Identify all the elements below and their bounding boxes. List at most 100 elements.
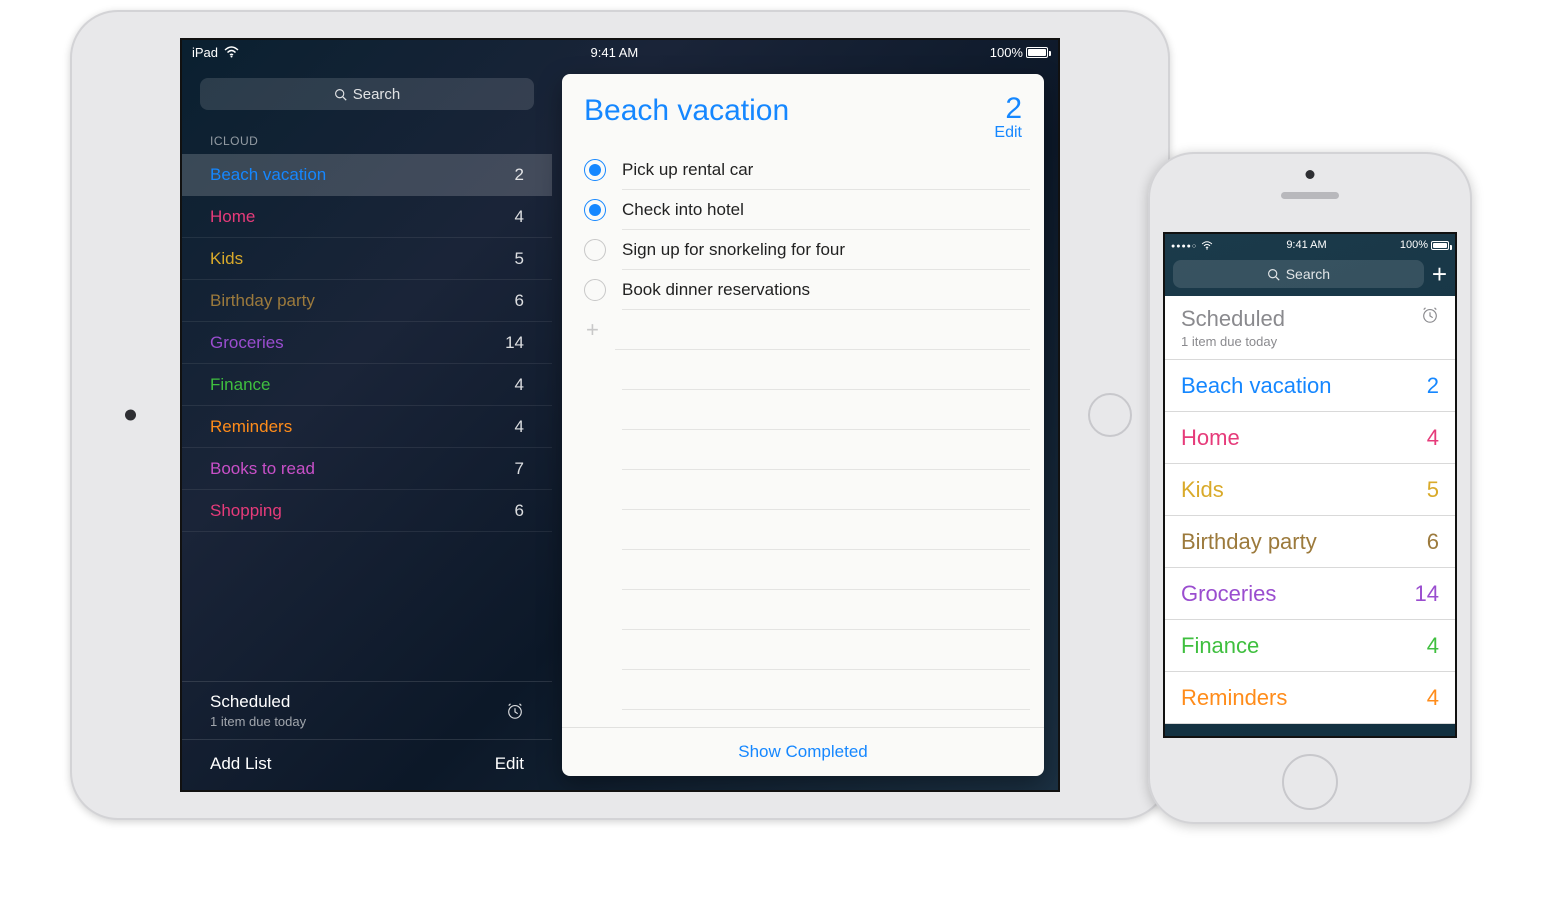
list-name: Birthday party	[210, 291, 315, 311]
section-label: ICLOUD	[182, 120, 552, 154]
detail-title: Beach vacation	[584, 94, 789, 142]
iphone-screen: 9:41 AM 100% Search + Scheduled 1 item d…	[1163, 232, 1457, 738]
add-list-button[interactable]: Add List	[210, 754, 271, 774]
reminder-text: Book dinner reservations	[622, 280, 810, 300]
list-name: Groceries	[210, 333, 284, 353]
status-time: 9:41 AM	[1286, 239, 1326, 251]
signal-icon	[1171, 239, 1197, 251]
list-count: 4	[515, 375, 524, 395]
ipad-device: iPad 9:41 AM 100% Search ICLOUD Beach va…	[70, 10, 1170, 820]
ruled-line	[622, 510, 1030, 550]
list-name: Reminders	[210, 417, 292, 437]
reminder-checkbox[interactable]	[584, 159, 606, 181]
list-count: 4	[1427, 633, 1439, 659]
list-name: Beach vacation	[210, 165, 326, 185]
ruled-line	[622, 350, 1030, 390]
search-placeholder: Search	[353, 86, 401, 103]
show-completed-button[interactable]: Show Completed	[562, 727, 1044, 776]
list-count: 5	[1427, 477, 1439, 503]
iphone-list-item[interactable]: Beach vacation 2	[1165, 360, 1455, 412]
ipad-home-button[interactable]	[1088, 393, 1132, 437]
add-reminder-button[interactable]: +	[570, 310, 1044, 350]
reminder-item[interactable]: Pick up rental car	[570, 150, 1044, 190]
sidebar-list-item[interactable]: Groceries 14	[182, 322, 552, 364]
iphone-speaker	[1281, 192, 1339, 199]
ruled-line	[622, 630, 1030, 670]
sidebar-list-item[interactable]: Books to read7	[182, 448, 552, 490]
ruled-line	[622, 670, 1030, 710]
ipad-screen: iPad 9:41 AM 100% Search ICLOUD Beach va…	[180, 38, 1060, 792]
iphone-list-item[interactable]: Finance 4	[1165, 620, 1455, 672]
list-count: 6	[515, 501, 524, 521]
list-count: 4	[1427, 685, 1439, 711]
iphone-list-item[interactable]: Birthday party6	[1165, 516, 1455, 568]
ruled-line	[622, 470, 1030, 510]
wifi-icon	[224, 46, 239, 58]
list-name: Finance	[1181, 633, 1259, 659]
sidebar-scheduled[interactable]: Scheduled 1 item due today	[182, 681, 552, 740]
sidebar-list-item[interactable]: Reminders 4	[182, 406, 552, 448]
search-icon	[1267, 268, 1280, 281]
list-count: 5	[515, 249, 524, 269]
iphone-list-item[interactable]: Groceries 14	[1165, 568, 1455, 620]
ruled-line	[622, 390, 1030, 430]
search-input[interactable]: Search	[200, 78, 534, 110]
reminder-item[interactable]: Check into hotel	[570, 190, 1044, 230]
ipad-sidebar: Search ICLOUD Beach vacation2Home4Kids5B…	[182, 64, 552, 790]
reminder-checkbox[interactable]	[584, 279, 606, 301]
list-count: 4	[1427, 425, 1439, 451]
wifi-icon	[1201, 241, 1213, 250]
status-time: 9:41 AM	[591, 45, 639, 60]
list-count: 2	[515, 165, 524, 185]
iphone-camera	[1306, 170, 1315, 179]
iphone-scheduled[interactable]: Scheduled 1 item due today	[1165, 296, 1455, 360]
sidebar-list-item[interactable]: Birthday party 6	[182, 280, 552, 322]
list-name: Home	[1181, 425, 1240, 451]
ruled-line	[622, 430, 1030, 470]
list-count: 4	[515, 417, 524, 437]
scheduled-subtitle: 1 item due today	[1181, 334, 1285, 349]
battery-indicator: 100%	[990, 45, 1048, 60]
sidebar-list-item[interactable]: Beach vacation 2	[182, 154, 552, 196]
add-button[interactable]: +	[1432, 261, 1447, 287]
reminder-checkbox[interactable]	[584, 199, 606, 221]
list-name: Birthday party	[1181, 529, 1317, 555]
ipad-camera	[125, 410, 136, 421]
list-count: 4	[515, 207, 524, 227]
plus-icon: +	[586, 319, 599, 341]
battery-percent: 100%	[990, 45, 1023, 60]
iphone-list-item[interactable]: Reminders4	[1165, 672, 1455, 724]
search-input[interactable]: Search	[1173, 260, 1424, 288]
list-count: 14	[505, 333, 524, 353]
reminder-checkbox[interactable]	[584, 239, 606, 261]
sidebar-list-item[interactable]: Kids5	[182, 238, 552, 280]
list-name: Home	[210, 207, 255, 227]
scheduled-title: Scheduled	[1181, 306, 1285, 332]
iphone-list-item[interactable]: Home 4	[1165, 412, 1455, 464]
reminder-item[interactable]: Book dinner reservations	[570, 270, 1044, 310]
ruled-line	[622, 550, 1030, 590]
sidebar-list-item[interactable]: Home 4	[182, 196, 552, 238]
edit-detail-button[interactable]: Edit	[994, 124, 1022, 142]
alarm-icon	[506, 702, 524, 720]
list-count: 14	[1415, 581, 1439, 607]
reminder-item[interactable]: Sign up for snorkeling for four	[570, 230, 1044, 270]
list-count: 6	[515, 291, 524, 311]
ipad-status-bar: iPad 9:41 AM 100%	[182, 40, 1058, 64]
list-name: Groceries	[1181, 581, 1276, 607]
edit-sidebar-button[interactable]: Edit	[495, 754, 524, 774]
iphone-home-button[interactable]	[1282, 754, 1338, 810]
battery-indicator: 100%	[1400, 239, 1449, 251]
device-label: iPad	[192, 45, 218, 60]
sidebar-list-item[interactable]: Shopping 6	[182, 490, 552, 532]
detail-panel: Beach vacation 2 Edit Pick up rental car…	[562, 74, 1044, 776]
alarm-icon	[1421, 306, 1439, 324]
detail-count: 2	[994, 94, 1022, 124]
list-name: Beach vacation	[1181, 373, 1331, 399]
list-name: Shopping	[210, 501, 282, 521]
list-count: 2	[1427, 373, 1439, 399]
sidebar-list-item[interactable]: Finance4	[182, 364, 552, 406]
iphone-list-item[interactable]: Kids5	[1165, 464, 1455, 516]
iphone-device: 9:41 AM 100% Search + Scheduled 1 item d…	[1148, 152, 1472, 824]
list-count: 7	[515, 459, 524, 479]
